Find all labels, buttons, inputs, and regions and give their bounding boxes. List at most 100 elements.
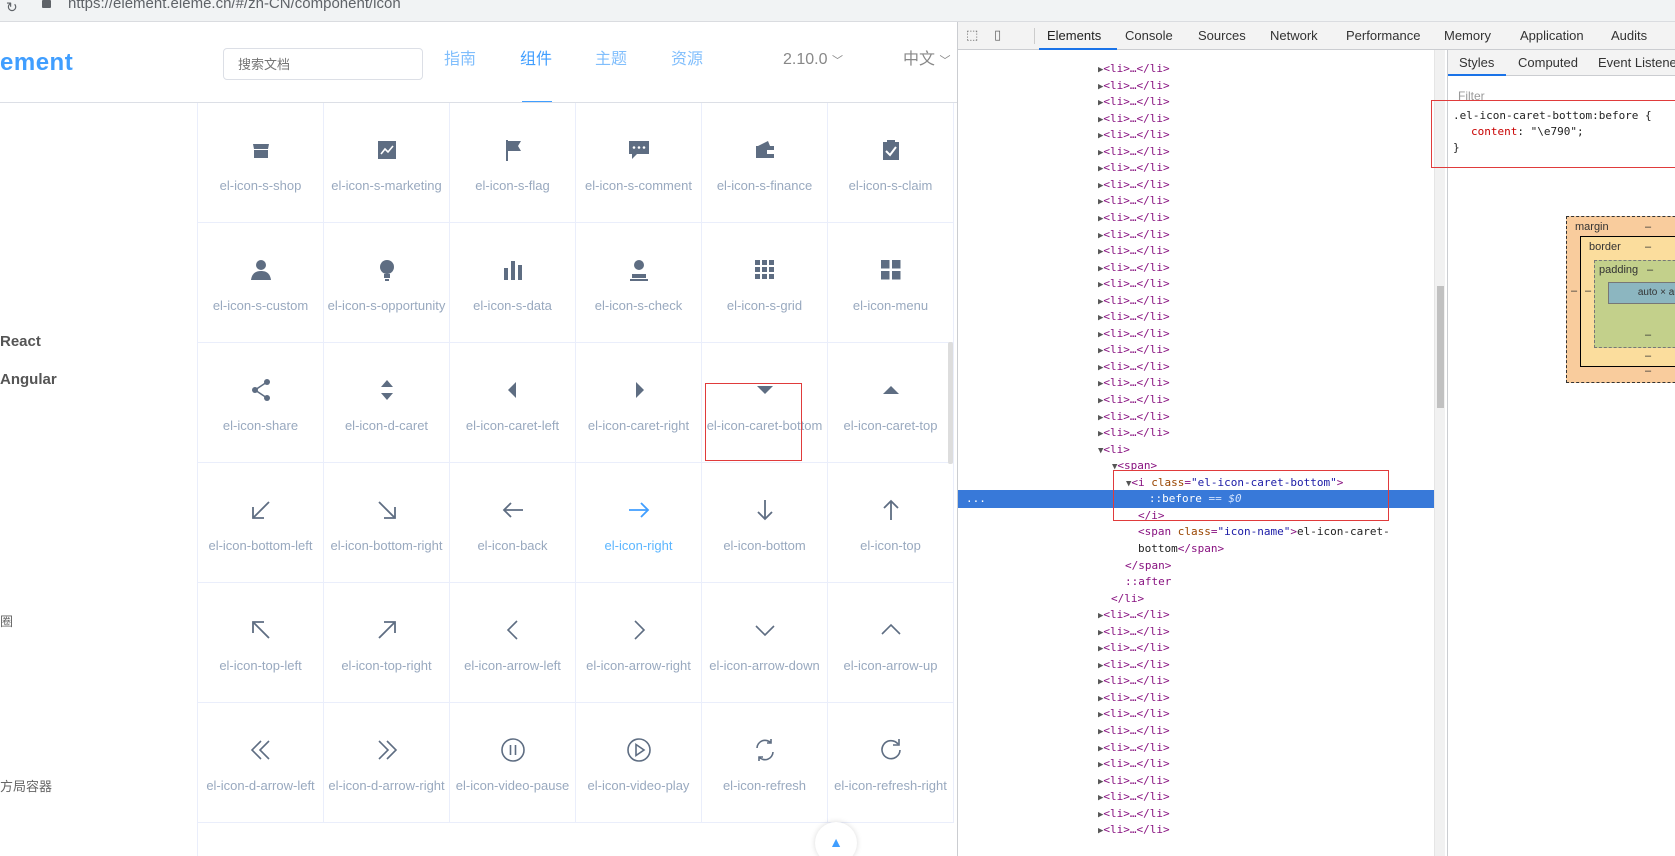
icon-cell[interactable]: el-icon-s-comment [576,103,702,223]
icon-cell[interactable]: el-icon-menu [828,223,954,343]
tree-node-collapsed[interactable]: ▶<li>…</li> [958,192,1434,210]
icon-cell[interactable]: el-icon-back [450,463,576,583]
language-select[interactable]: 中文 ﹀ [903,50,950,71]
icon-cell[interactable]: el-icon-top-right [324,583,450,703]
tree-node-collapsed[interactable]: ▶<li>…</li> [958,722,1434,740]
icon-cell[interactable]: el-icon-video-play [576,703,702,823]
icon-cell[interactable]: el-icon-arrow-right [576,583,702,703]
icon-cell[interactable]: el-icon-bottom [702,463,828,583]
tree-node-open-li[interactable]: ▼<li> [958,441,1434,459]
icon-cell[interactable]: el-icon-s-flag [450,103,576,223]
tree-node-collapsed[interactable]: ▶<li>…</li> [958,209,1434,227]
nav-component[interactable]: 组件 [520,50,552,70]
tree-node-collapsed[interactable]: ▶<li>…</li> [958,755,1434,773]
icon-cell[interactable]: el-icon-s-check [576,223,702,343]
tab-computed[interactable]: Computed [1518,56,1578,70]
tree-node-collapsed[interactable]: ▶<li>…</li> [958,391,1434,409]
tree-node-collapsed[interactable]: ▶<li>…</li> [958,143,1434,161]
tree-node-close-span[interactable]: </span> [958,557,1434,575]
tab-elements[interactable]: Elements [1047,29,1101,43]
sidebar-item-angular[interactable]: Angular [0,371,57,388]
icon-cell[interactable]: el-icon-arrow-down [702,583,828,703]
icon-cell[interactable]: el-icon-arrow-up [828,583,954,703]
tree-node-collapsed[interactable]: ▶<li>…</li> [958,159,1434,177]
tab-event-listeners[interactable]: Event Listene [1598,56,1675,70]
tree-node-close-li[interactable]: </li> [958,590,1434,608]
icon-cell[interactable]: el-icon-s-finance [702,103,828,223]
icon-cell[interactable]: el-icon-caret-right [576,343,702,463]
icon-cell[interactable]: el-icon-video-pause [450,703,576,823]
icon-cell[interactable]: el-icon-s-data [450,223,576,343]
tab-sources[interactable]: Sources [1198,29,1246,43]
tree-node-collapsed[interactable]: ▶<li>…</li> [958,788,1434,806]
tree-node-collapsed[interactable]: ▶<li>…</li> [958,689,1434,707]
inspect-element-icon[interactable]: ⬚ [966,28,980,42]
tree-node-collapsed[interactable]: ▶<li>…</li> [958,358,1434,376]
icon-cell[interactable]: el-icon-bottom-left [198,463,324,583]
tree-node-collapsed[interactable]: ▶<li>…</li> [958,110,1434,128]
tree-node-collapsed[interactable]: ▶<li>…</li> [958,623,1434,641]
tree-node-collapsed[interactable]: ▶<li>…</li> [958,60,1434,78]
tree-node-name-span[interactable]: <span class="icon-name">el-icon-caret- [958,523,1434,541]
icon-cell[interactable]: el-icon-top-left [198,583,324,703]
icon-cell[interactable]: el-icon-s-grid [702,223,828,343]
page-scrollbar[interactable] [948,342,953,464]
tree-node-collapsed[interactable]: ▶<li>…</li> [958,259,1434,277]
tree-node-collapsed[interactable]: ▶<li>…</li> [958,772,1434,790]
tab-audits[interactable]: Audits [1611,29,1647,43]
sidebar-item-layout-container[interactable]: 方局容器 [0,776,52,795]
icon-cell[interactable]: el-icon-s-claim [828,103,954,223]
icon-cell[interactable]: el-icon-refresh [702,703,828,823]
tree-node-collapsed[interactable]: ▶<li>…</li> [958,93,1434,111]
tree-node-collapsed[interactable]: ▶<li>…</li> [958,805,1434,823]
icon-cell[interactable]: el-icon-d-arrow-right [324,703,450,823]
tree-node-collapsed[interactable]: ▶<li>…</li> [958,275,1434,293]
version-select[interactable]: 2.10.0 ﹀ [783,50,843,71]
tree-node-collapsed[interactable]: ▶<li>…</li> [958,126,1434,144]
tree-node-collapsed[interactable]: ▶<li>…</li> [958,77,1434,95]
icon-cell[interactable]: el-icon-s-shop [198,103,324,223]
tree-node-collapsed[interactable]: ▶<li>…</li> [958,672,1434,690]
sidebar-item-partial[interactable]: 圈 [0,611,13,630]
tab-console[interactable]: Console [1125,29,1173,43]
site-logo[interactable]: ement [0,49,73,77]
icon-cell[interactable]: el-icon-right [576,463,702,583]
tree-node-name-span-cont[interactable]: bottom</span> [958,540,1434,558]
url-text[interactable]: https://element.eleme.cn/#/zh-CN/compone… [68,0,401,13]
back-to-top-button[interactable]: ▲ [815,822,857,856]
tree-node-collapsed[interactable]: ▶<li>…</li> [958,821,1434,839]
nav-guide[interactable]: 指南 [444,50,476,70]
tab-performance[interactable]: Performance [1346,29,1420,43]
icon-cell[interactable]: el-icon-arrow-left [450,583,576,703]
tree-node-collapsed[interactable]: ▶<li>…</li> [958,639,1434,657]
elements-scroll-thumb[interactable] [1437,286,1444,408]
tree-node-collapsed[interactable]: ▶<li>…</li> [958,341,1434,359]
tree-node-collapsed[interactable]: ▶<li>…</li> [958,606,1434,624]
search-input[interactable] [223,48,423,80]
icon-cell[interactable]: el-icon-caret-top [828,343,954,463]
reload-icon[interactable]: ↻ [6,0,18,14]
nav-theme[interactable]: 主题 [595,50,627,70]
icon-cell[interactable]: el-icon-bottom-right [324,463,450,583]
tree-node-collapsed[interactable]: ▶<li>…</li> [958,705,1434,723]
tree-node-collapsed[interactable]: ▶<li>…</li> [958,424,1434,442]
icon-cell[interactable]: el-icon-s-custom [198,223,324,343]
icon-cell[interactable]: el-icon-refresh-right [828,703,954,823]
tree-node-collapsed[interactable]: ▶<li>…</li> [958,292,1434,310]
tab-application[interactable]: Application [1520,29,1584,43]
tree-node-collapsed[interactable]: ▶<li>…</li> [958,739,1434,757]
device-toolbar-icon[interactable]: ▯ [994,28,1008,42]
tree-node-collapsed[interactable]: ▶<li>…</li> [958,226,1434,244]
tree-node-collapsed[interactable]: ▶<li>…</li> [958,656,1434,674]
tree-node-collapsed[interactable]: ▶<li>…</li> [958,242,1434,260]
tree-node-collapsed[interactable]: ▶<li>…</li> [958,408,1434,426]
icon-cell[interactable]: el-icon-share [198,343,324,463]
tree-node-collapsed[interactable]: ▶<li>…</li> [958,308,1434,326]
tab-styles[interactable]: Styles [1459,56,1494,70]
tree-node-after[interactable]: ::after [958,573,1434,591]
icon-cell[interactable]: el-icon-s-opportunity [324,223,450,343]
icon-cell[interactable]: el-icon-top [828,463,954,583]
tree-node-collapsed[interactable]: ▶<li>…</li> [958,176,1434,194]
icon-cell[interactable]: el-icon-d-arrow-left [198,703,324,823]
tree-node-collapsed[interactable]: ▶<li>…</li> [958,374,1434,392]
